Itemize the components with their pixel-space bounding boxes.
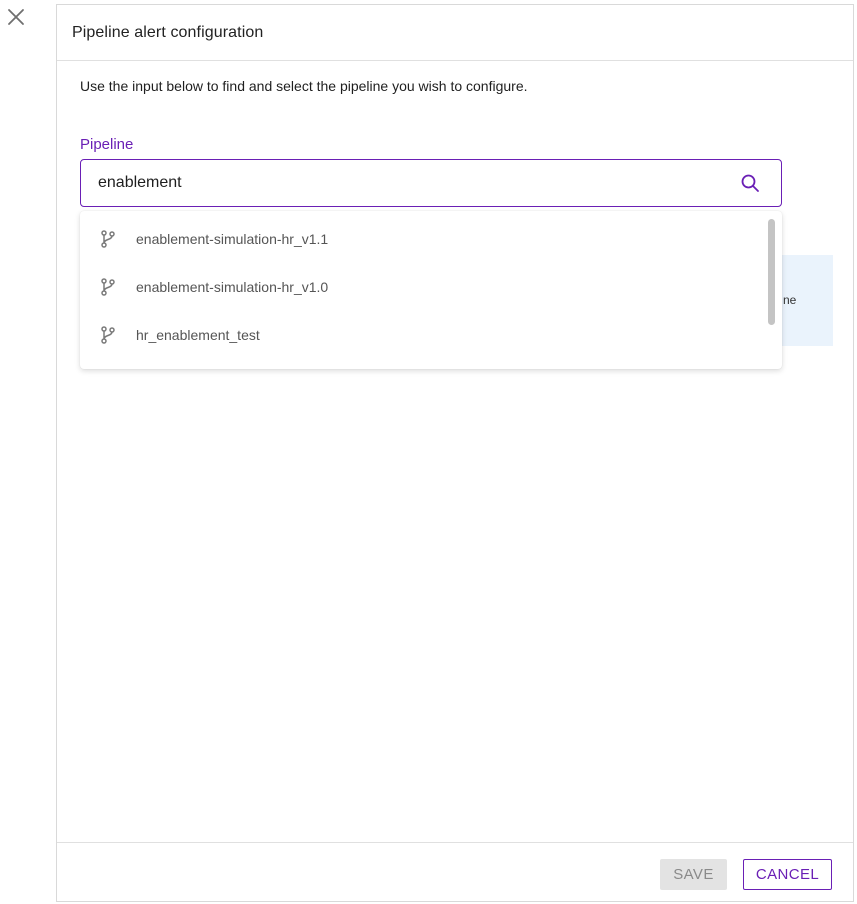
dropdown-item[interactable]: enablement-simulation-hr_v1.1 — [80, 215, 782, 263]
pipeline-search-input[interactable] — [96, 173, 739, 193]
branch-icon — [99, 278, 117, 296]
info-box-partial-text: ne — [783, 293, 797, 307]
save-button[interactable]: SAVE — [660, 859, 727, 890]
branch-icon — [99, 326, 117, 344]
branch-icon — [99, 230, 117, 248]
dropdown-scrollbar-thumb[interactable] — [768, 219, 775, 325]
panel-title: Pipeline alert configuration — [72, 23, 264, 41]
pipeline-label: Pipeline — [80, 136, 134, 153]
dropdown-item-label: enablement-simulation-hr_v1.1 — [136, 231, 329, 247]
pipeline-dropdown: enablement-simulation-hr_v1.1 enablement… — [80, 211, 782, 369]
cancel-button[interactable]: CANCEL — [743, 859, 832, 890]
pipeline-alert-panel: Pipeline alert configuration Use the inp… — [56, 4, 854, 902]
panel-footer: SAVE CANCEL — [57, 842, 853, 901]
search-icon[interactable] — [739, 172, 761, 194]
dropdown-scrollbar[interactable] — [768, 219, 776, 325]
intro-text: Use the input below to find and select t… — [80, 78, 528, 94]
dropdown-item-label: hr_enablement_test — [136, 327, 260, 343]
pipeline-search-box[interactable] — [80, 159, 782, 207]
dropdown-item-label: enablement-simulation-hr_v1.0 — [136, 279, 329, 295]
close-icon[interactable] — [4, 5, 28, 29]
dropdown-item[interactable]: hr_enablement_test — [80, 311, 782, 359]
panel-header: Pipeline alert configuration — [57, 5, 853, 61]
dropdown-item[interactable]: enablement-simulation-hr_v1.0 — [80, 263, 782, 311]
